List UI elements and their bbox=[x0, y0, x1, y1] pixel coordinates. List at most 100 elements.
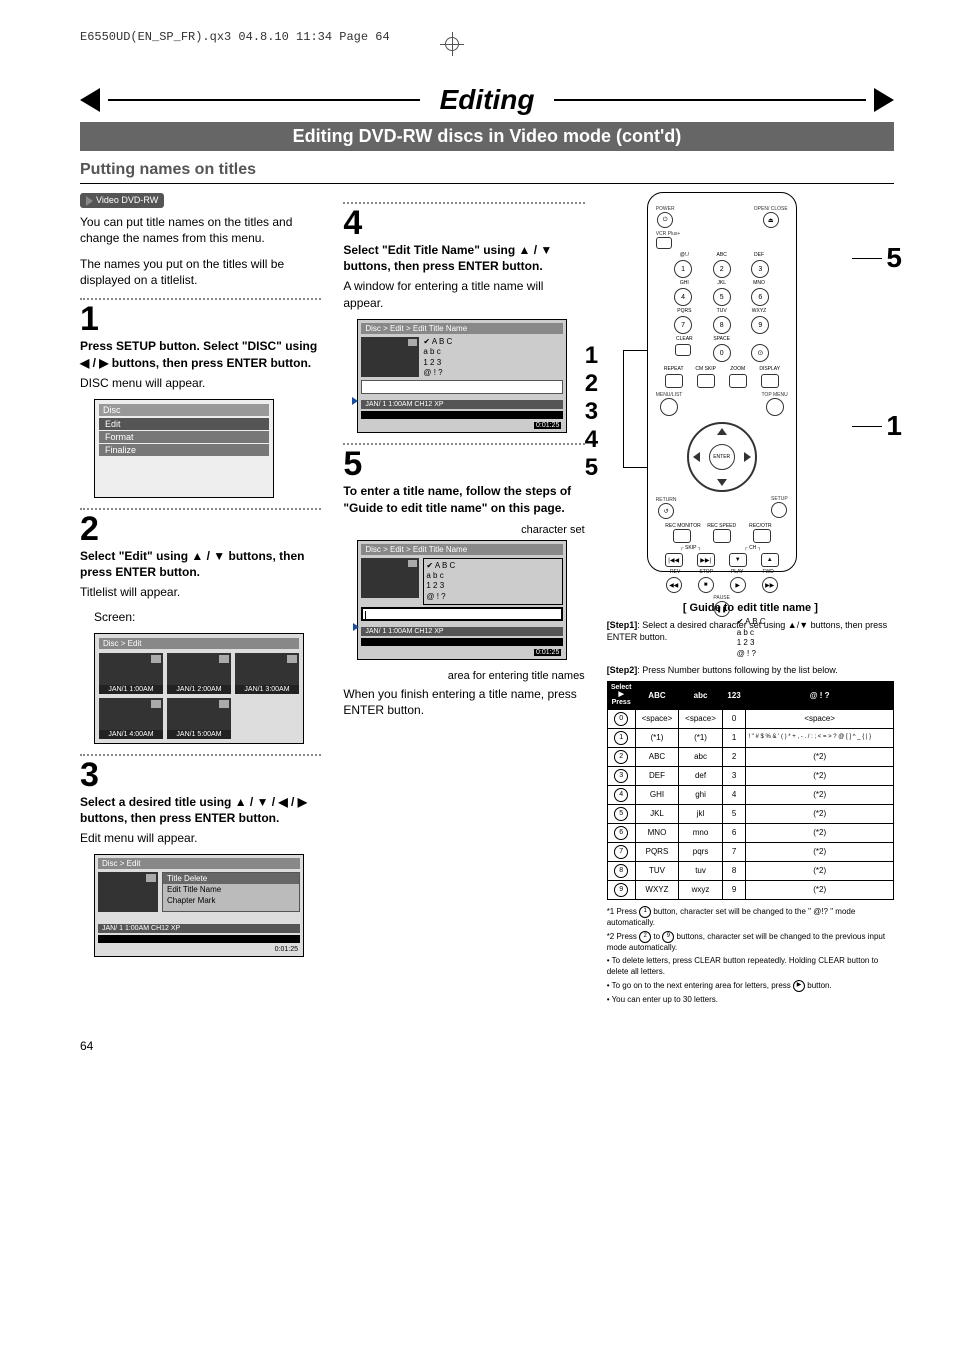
callout-right-5: 5 bbox=[886, 242, 902, 274]
ch-down-button[interactable]: ▼ bbox=[729, 553, 747, 567]
ch-label: CH bbox=[749, 545, 756, 551]
step-5-tail: When you finish entering a title name, p… bbox=[343, 686, 584, 718]
step-1-desc: Press SETUP button. Select "DISC" using … bbox=[80, 338, 321, 370]
charset-opt: @ ! ? bbox=[423, 368, 563, 378]
key-label: @!./ bbox=[666, 252, 703, 258]
return-button[interactable]: ↺ bbox=[658, 503, 674, 519]
key-label: WXYZ bbox=[740, 308, 777, 314]
enter-small-button[interactable]: ⊙ bbox=[751, 344, 769, 362]
rec-monitor-button[interactable] bbox=[673, 529, 691, 543]
power-button[interactable]: ⏻ bbox=[657, 212, 673, 228]
edit-menu-screenshot: Disc > Edit Title Delete Edit Title Name… bbox=[94, 854, 304, 957]
tn-path: Disc > Edit > Edit Title Name bbox=[361, 323, 563, 334]
key-label: GHI bbox=[666, 280, 703, 286]
skip-label: SKIP bbox=[685, 545, 696, 551]
display-button[interactable] bbox=[761, 374, 779, 388]
rev-label: REV bbox=[660, 569, 691, 575]
key-1[interactable]: 1 bbox=[674, 260, 692, 278]
disc-menu-item: Finalize bbox=[99, 444, 269, 456]
key-label: PQRS bbox=[666, 308, 703, 314]
fwd-button[interactable]: ▶▶ bbox=[762, 577, 778, 593]
charset-opt: a b c bbox=[423, 347, 563, 357]
key-2[interactable]: 2 bbox=[713, 260, 731, 278]
repeat-button[interactable] bbox=[665, 374, 683, 388]
screen-label: Screen: bbox=[94, 609, 321, 625]
guide-step2: [Step2]: Press Number buttons following … bbox=[607, 665, 894, 677]
key-9[interactable]: 9 bbox=[751, 316, 769, 334]
zoom-button[interactable] bbox=[729, 374, 747, 388]
title-name-screenshot-1: Disc > Edit > Edit Title Name A B C a b … bbox=[357, 319, 567, 434]
tn-path: Disc > Edit > Edit Title Name bbox=[361, 544, 563, 555]
open-close-button[interactable]: ⏏ bbox=[763, 212, 779, 228]
cmskip-label: CM SKIP bbox=[690, 366, 722, 372]
edit-duration: 0:01:25 bbox=[275, 946, 298, 953]
step-2-desc: Select "Edit" using ▲ / ▼ buttons, then … bbox=[80, 548, 321, 580]
key-6[interactable]: 6 bbox=[751, 288, 769, 306]
rec-otr-button[interactable] bbox=[753, 529, 771, 543]
key-3[interactable]: 3 bbox=[751, 260, 769, 278]
thumb-caption: JAN/1 4:00AM bbox=[99, 730, 163, 739]
play-label: PLAY bbox=[722, 569, 753, 575]
cmskip-button[interactable] bbox=[697, 374, 715, 388]
page-title: Editing bbox=[440, 84, 535, 116]
col-abc: ABC bbox=[635, 681, 679, 709]
step-1-number: 1 bbox=[80, 302, 321, 336]
vcrplus-button[interactable] bbox=[656, 237, 672, 249]
disc-menu-item: Edit bbox=[99, 418, 269, 430]
key-label: ABC bbox=[703, 252, 740, 258]
key-8[interactable]: 8 bbox=[713, 316, 731, 334]
tn-bar: JAN/ 1 1:00AM CH12 XP bbox=[361, 627, 563, 636]
edit-menu-item: Chapter Mark bbox=[163, 895, 299, 906]
charset-opt: 1 2 3 bbox=[426, 581, 560, 591]
key-0[interactable]: 0 bbox=[713, 344, 731, 362]
step-4-number: 4 bbox=[343, 206, 584, 240]
disc-menu-title: Disc bbox=[99, 404, 269, 416]
zoom-label: ZOOM bbox=[722, 366, 754, 372]
clear-button[interactable] bbox=[675, 344, 691, 356]
thumb-caption: JAN/1 3:00AM bbox=[235, 685, 299, 694]
key-7[interactable]: 7 bbox=[674, 316, 692, 334]
chevron-left-icon bbox=[80, 88, 100, 112]
skip-back-button[interactable]: |◀◀ bbox=[665, 553, 683, 567]
stop-button[interactable]: ■ bbox=[698, 577, 714, 593]
fwd-label: FWD bbox=[753, 569, 784, 575]
charset-caption: character set bbox=[343, 524, 584, 536]
chevron-right-icon bbox=[874, 88, 894, 112]
arrow-down-icon bbox=[717, 479, 727, 486]
thumb-caption: JAN/1 1:00AM bbox=[99, 685, 163, 694]
play-button[interactable]: ▶ bbox=[730, 577, 746, 593]
enter-button[interactable]: ENTER bbox=[709, 444, 735, 470]
edit-menu-item: Edit Title Name bbox=[163, 884, 299, 895]
key-label: TUV bbox=[703, 308, 740, 314]
setup-button[interactable] bbox=[771, 502, 787, 518]
callout-4: 4 bbox=[585, 426, 598, 454]
remote-diagram: 1 2 3 4 5 5 1 POWER⏻ OPEN/ CLOSE⏏ VCR Pl… bbox=[607, 192, 894, 572]
ch-up-button[interactable]: ▲ bbox=[761, 553, 779, 567]
edit-bar: JAN/ 1 1:00AM CH12 XP bbox=[102, 925, 180, 932]
col-sym: @ ! ? bbox=[746, 681, 894, 709]
callout-3: 3 bbox=[585, 398, 598, 426]
step-4-sub: A window for entering a title name will … bbox=[343, 278, 584, 310]
bullet-1: • To delete letters, press CLEAR button … bbox=[607, 956, 894, 977]
rec-speed-button[interactable] bbox=[713, 529, 731, 543]
key-4[interactable]: 4 bbox=[674, 288, 692, 306]
step-5-number: 5 bbox=[343, 447, 584, 481]
arrow-up-icon bbox=[717, 428, 727, 435]
skip-fwd-button[interactable]: ▶▶| bbox=[697, 553, 715, 567]
stop-label: STOP bbox=[691, 569, 722, 575]
topmenu-button[interactable] bbox=[766, 398, 784, 416]
rev-button[interactable]: ◀◀ bbox=[666, 577, 682, 593]
pause-button[interactable]: ❚❚ bbox=[714, 601, 730, 617]
callout-2: 2 bbox=[585, 370, 598, 398]
dpad[interactable]: ENTER bbox=[687, 422, 757, 492]
key-5[interactable]: 5 bbox=[713, 288, 731, 306]
charset-opt: @ ! ? bbox=[426, 592, 560, 602]
disc-menu-screenshot: Disc Edit Format Finalize bbox=[94, 399, 274, 498]
step-3-desc: Select a desired title using ▲ / ▼ / ◀ /… bbox=[80, 794, 321, 826]
step-5-desc: To enter a title name, follow the steps … bbox=[343, 483, 584, 515]
charset-opt: A B C bbox=[423, 337, 563, 347]
bullet-2: • To go on to the next entering area for… bbox=[607, 980, 894, 992]
menulist-button[interactable] bbox=[660, 398, 678, 416]
play-icon bbox=[352, 397, 358, 405]
thumb-caption: JAN/1 5:00AM bbox=[167, 730, 231, 739]
